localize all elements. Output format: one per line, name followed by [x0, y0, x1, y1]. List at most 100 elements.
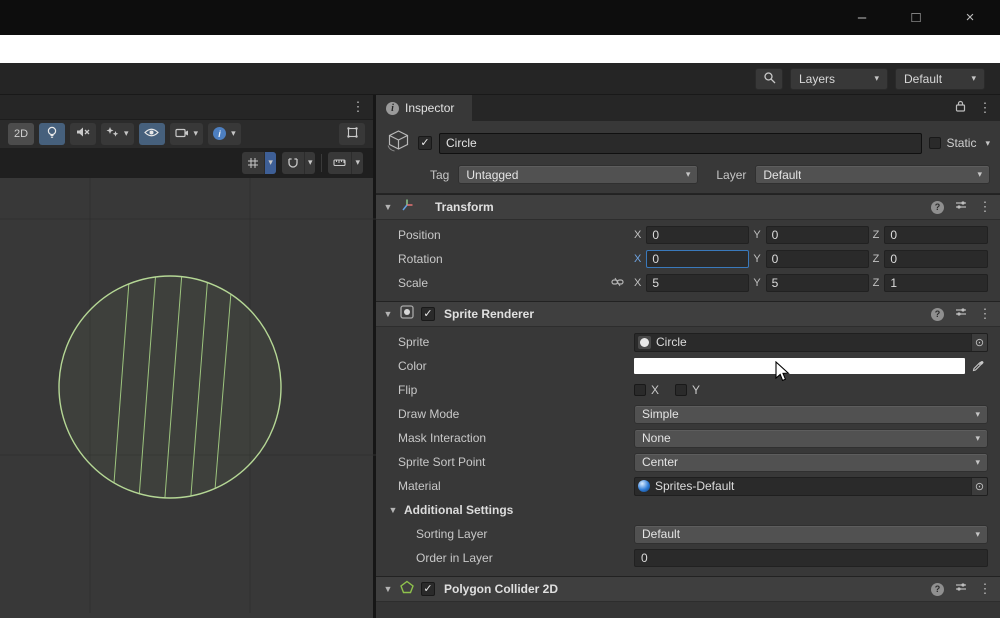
axis-y-label: Y: [753, 277, 761, 289]
sprite-sort-point-dropdown[interactable]: Center ▾: [634, 452, 988, 472]
editor-toolbar: Layers ▾ Default ▾: [0, 63, 1000, 95]
sprite-renderer-title: Sprite Renderer: [444, 307, 535, 321]
inspector-tabbar: i Inspector ⋮: [376, 95, 1000, 121]
search-button[interactable]: [755, 67, 783, 90]
snap-settings-dropdown[interactable]: ▾: [303, 151, 316, 174]
scale-x-field[interactable]: [646, 274, 750, 292]
position-z-field[interactable]: [884, 226, 988, 244]
component-menu-button[interactable]: ⋮: [978, 581, 992, 597]
sprite-renderer-enabled-checkbox[interactable]: ✓: [421, 307, 435, 321]
color-swatch[interactable]: [634, 358, 965, 374]
rotation-z-field[interactable]: [884, 250, 988, 268]
object-picker-icon[interactable]: ⊙: [971, 333, 987, 351]
chevron-down-icon: ▾: [685, 169, 691, 179]
snap-settings-button[interactable]: ▾: [281, 151, 316, 174]
lock-icon[interactable]: [955, 99, 966, 117]
lightbulb-icon: [46, 126, 58, 142]
flip-y-checkbox[interactable]: [675, 384, 688, 396]
component-menu-button[interactable]: ⋮: [978, 306, 992, 322]
tag-dropdown[interactable]: Untagged ▾: [458, 165, 699, 184]
position-y-field[interactable]: [765, 226, 869, 244]
window-controls: – □ ×: [850, 9, 1000, 27]
scene-viewport[interactable]: [0, 178, 376, 618]
close-button[interactable]: ×: [958, 9, 982, 27]
layout-dropdown[interactable]: Default ▾: [895, 67, 985, 90]
flip-y-label: Y: [692, 383, 701, 397]
scene-lighting-toggle[interactable]: [39, 122, 65, 145]
axis-z-label: Z: [872, 277, 880, 289]
polygon-collider-enabled-checkbox[interactable]: ✓: [421, 582, 435, 596]
scene-panel-menu-button[interactable]: ⋮: [351, 99, 365, 115]
layers-dropdown[interactable]: Layers ▾: [790, 67, 888, 90]
transform-header[interactable]: ▼ Transform ? ⋮: [376, 194, 1000, 220]
polygon-collider-header[interactable]: ▼ ✓ Polygon Collider 2D ? ⋮: [376, 576, 1000, 602]
gameobject-header: ✓ Static ▾ Tag Untagged ▾ Layer: [376, 121, 1000, 194]
static-checkbox[interactable]: [929, 137, 942, 149]
help-icon[interactable]: ?: [931, 307, 944, 321]
foldout-arrow-icon[interactable]: ▼: [383, 584, 393, 594]
grid-size-dropdown[interactable]: ▾: [351, 151, 363, 174]
foldout-arrow-icon[interactable]: ▼: [383, 202, 393, 212]
component-menu-button[interactable]: ⋮: [978, 199, 992, 215]
scene-overlay-info-button[interactable]: i ▾: [208, 122, 241, 145]
presets-icon[interactable]: [955, 305, 967, 323]
rotation-y-field[interactable]: [765, 250, 869, 268]
static-dropdown-caret[interactable]: ▾: [985, 138, 990, 149]
scale-z-field[interactable]: [884, 274, 988, 292]
mask-interaction-dropdown[interactable]: None ▾: [634, 428, 988, 448]
sprite-object-field[interactable]: Circle ⊙: [634, 332, 988, 352]
mode-2d-toggle[interactable]: 2D: [8, 122, 34, 145]
material-object-field[interactable]: Sprites-Default ⊙: [634, 476, 988, 496]
gameobject-active-checkbox[interactable]: ✓: [418, 136, 432, 150]
tab-inspector[interactable]: i Inspector: [376, 95, 473, 121]
help-icon[interactable]: ?: [931, 582, 944, 596]
material-label: Material: [398, 479, 441, 493]
sorting-layer-label: Sorting Layer: [416, 527, 488, 541]
scene-camera-settings-button[interactable]: ▾: [169, 122, 204, 145]
foldout-arrow-icon[interactable]: ▼: [383, 309, 393, 319]
snap-magnet-icon: [282, 152, 304, 174]
additional-settings-foldout[interactable]: ▼ Additional Settings: [376, 498, 1000, 522]
mode-2d-label: 2D: [13, 127, 29, 140]
object-picker-icon[interactable]: ⊙: [971, 477, 987, 495]
presets-icon[interactable]: [955, 198, 967, 216]
sprite-renderer-header[interactable]: ▼ ✓ Sprite Renderer ? ⋮: [376, 301, 1000, 327]
mask-interaction-label: Mask Interaction: [398, 431, 487, 445]
scene-visibility-toggle[interactable]: [138, 122, 165, 145]
position-x-field[interactable]: [646, 226, 750, 244]
grid-settings-dropdown[interactable]: ▾: [264, 151, 276, 174]
presets-icon[interactable]: [955, 580, 967, 598]
scale-y-field[interactable]: [765, 274, 869, 292]
scene-audio-toggle[interactable]: [70, 122, 96, 145]
eyedropper-icon[interactable]: [968, 360, 988, 372]
help-icon[interactable]: ?: [931, 200, 944, 214]
gameobject-name-field[interactable]: [439, 132, 923, 154]
minimize-button[interactable]: –: [850, 9, 874, 27]
sorting-layer-dropdown[interactable]: Default ▾: [634, 524, 988, 544]
chevron-down-icon: ▾: [975, 432, 980, 443]
scale-label: Scale: [398, 276, 429, 290]
flip-x-group: X: [634, 383, 659, 397]
rotation-x-field[interactable]: [646, 250, 750, 268]
draw-mode-dropdown[interactable]: Simple ▾: [634, 404, 988, 424]
check-icon: ✓: [423, 308, 433, 320]
maximize-button[interactable]: □: [904, 9, 928, 27]
scene-effects-toggle[interactable]: ▾: [101, 122, 134, 145]
sorting-layer-value: Default: [642, 527, 681, 541]
grid-visibility-button[interactable]: ▾: [242, 151, 276, 174]
order-in-layer-field[interactable]: [634, 549, 988, 567]
grid-size-button[interactable]: ▾: [328, 151, 363, 174]
window-titlebar: – □ ×: [0, 0, 1000, 35]
layout-dropdown-label: Default: [904, 71, 943, 86]
flip-x-label: X: [651, 383, 660, 397]
draw-mode-label: Draw Mode: [398, 407, 460, 421]
scene-render: [0, 178, 376, 613]
sprite-sort-point-label: Sprite Sort Point: [398, 455, 486, 469]
rect-tool-button[interactable]: [339, 122, 365, 145]
link-scale-icon[interactable]: [611, 276, 624, 290]
flip-x-checkbox[interactable]: [634, 384, 646, 396]
menu-area: [0, 35, 1000, 63]
layer-dropdown[interactable]: Default ▾: [755, 165, 990, 184]
chevron-down-icon: ▾: [975, 528, 980, 539]
inspector-menu-button[interactable]: ⋮: [978, 100, 992, 116]
